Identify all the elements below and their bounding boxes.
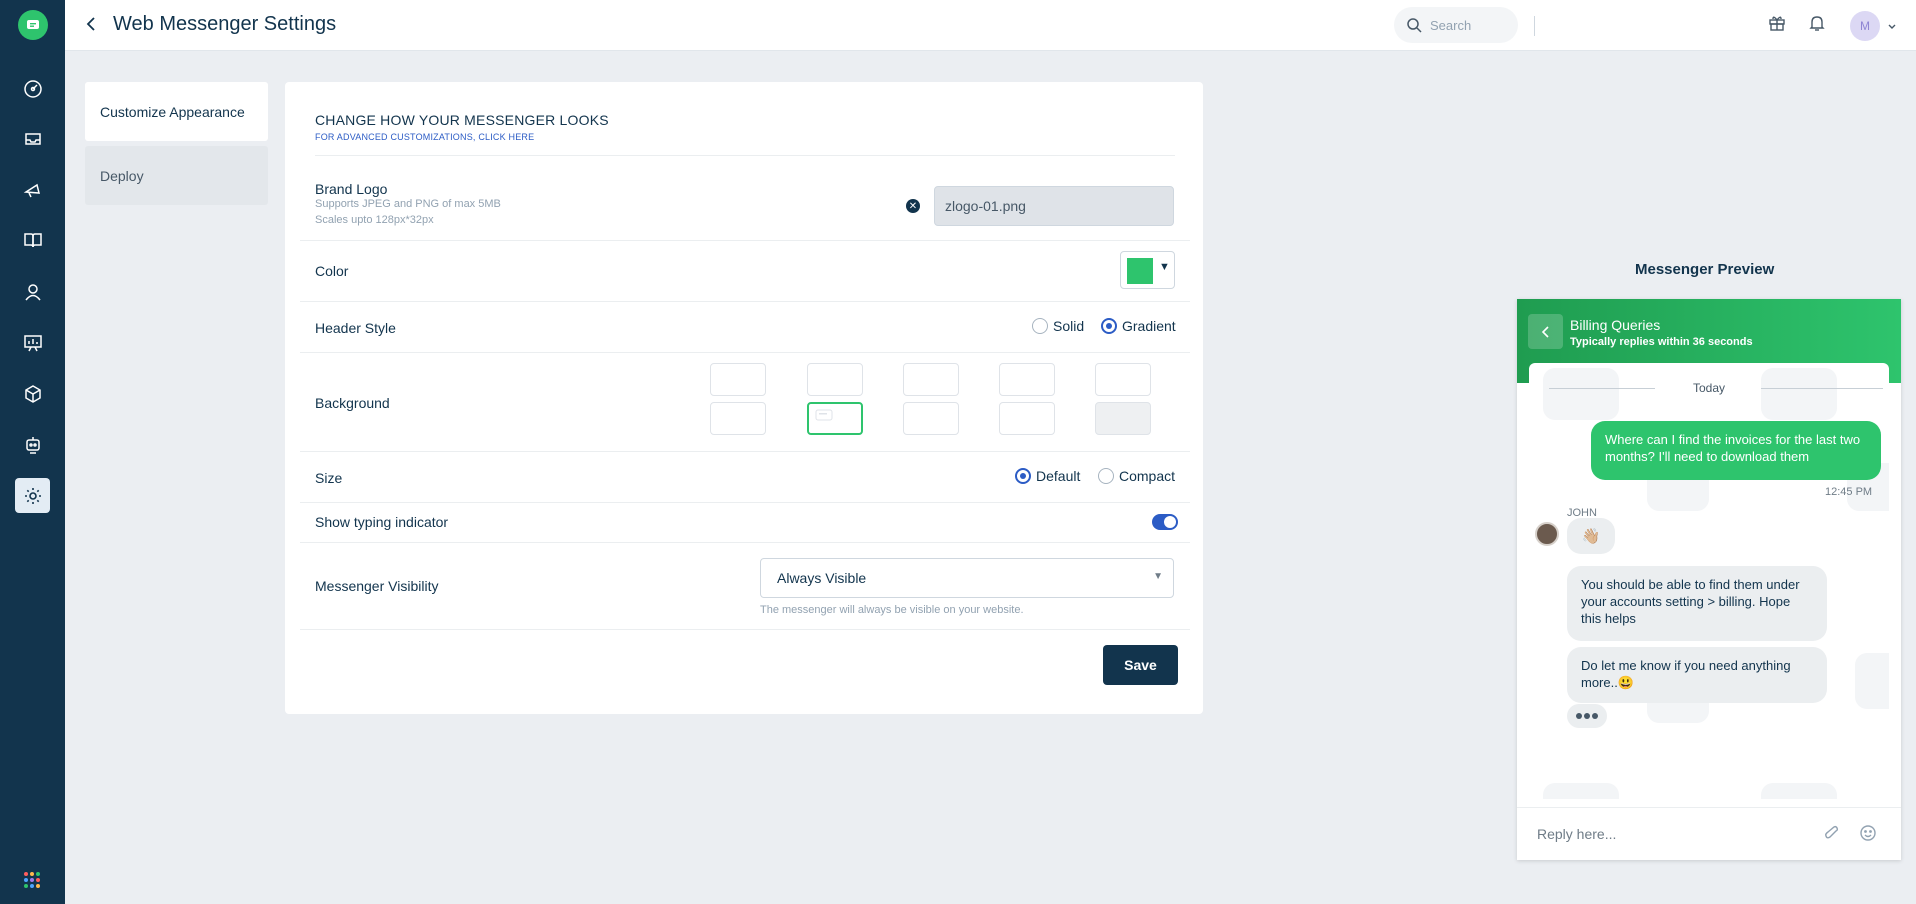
settings-panel: CHANGE HOW YOUR MESSENGER LOOKS FOR ADVA… [285, 82, 1203, 714]
brand-logo-hint: Supports JPEG and PNG of max 5MB [315, 198, 501, 210]
advanced-customization-link[interactable]: FOR ADVANCED CUSTOMIZATIONS, CLICK HERE [315, 132, 534, 142]
back-arrow-icon[interactable] [81, 14, 101, 34]
reports-chart-icon[interactable] [15, 325, 50, 360]
background-pattern [1543, 783, 1619, 799]
reply-input[interactable]: Reply here... [1537, 826, 1616, 842]
radio-label: Compact [1119, 468, 1176, 484]
reply-bar: Reply here... [1517, 807, 1901, 860]
conversation-area: Today Where can I find the invoices for … [1529, 363, 1889, 799]
color-swatch [1126, 257, 1154, 285]
wave-emoji-message: 👋🏼 [1567, 518, 1615, 554]
bot-icon[interactable] [15, 427, 50, 462]
remove-file-icon[interactable]: ✕ [906, 199, 920, 213]
emoji-icon[interactable] [1859, 824, 1879, 844]
typing-indicator [1567, 704, 1607, 728]
visibility-select[interactable]: Always Visible ▼ [760, 558, 1174, 598]
brand-logo-scale-hint: Scales upto 128px*32px [315, 214, 434, 226]
brand-logo-file-field[interactable]: zlogo-01.png [934, 186, 1174, 226]
dashboard-icon[interactable] [15, 71, 50, 106]
gift-icon[interactable] [1767, 13, 1789, 35]
incoming-message: You should be able to find them under yo… [1567, 566, 1827, 641]
freshchat-logo-icon[interactable] [18, 10, 48, 40]
radio-label: Default [1036, 468, 1081, 484]
visibility-value: Always Visible [777, 570, 867, 586]
background-pattern [1855, 653, 1889, 709]
brand-logo-label: Brand Logo [315, 181, 388, 197]
divider [300, 542, 1190, 543]
preview-title: Messenger Preview [1635, 261, 1775, 278]
panel-title: CHANGE HOW YOUR MESSENGER LOOKS [315, 112, 609, 128]
message-time: 12:45 PM [1825, 486, 1873, 498]
back-arrow-icon[interactable] [1528, 314, 1563, 349]
background-option[interactable] [903, 402, 959, 435]
page-title: Web Messenger Settings [113, 13, 337, 35]
inbox-icon[interactable] [15, 121, 50, 156]
divider [315, 155, 1175, 156]
radio-circle-selected [1101, 318, 1117, 334]
size-default-radio[interactable]: Default [1015, 468, 1080, 484]
agent-avatar [1535, 522, 1559, 546]
visibility-help: The messenger will always be visible on … [760, 604, 1024, 616]
background-option[interactable] [807, 363, 863, 396]
tab-customize-appearance[interactable]: Customize Appearance [85, 82, 268, 141]
caret-down-icon: ▼ [1153, 571, 1163, 582]
notifications-bell-icon[interactable] [1807, 13, 1829, 35]
divider [300, 301, 1190, 302]
typing-indicator-label: Show typing indicator [315, 514, 449, 530]
outgoing-message: Where can I find the invoices for the la… [1591, 421, 1881, 480]
background-option[interactable] [710, 402, 766, 435]
color-picker[interactable]: ▼ [1120, 251, 1175, 289]
size-label: Size [315, 470, 343, 486]
typing-indicator-toggle[interactable] [1152, 514, 1178, 530]
integrations-cube-icon[interactable] [15, 376, 50, 411]
divider [300, 352, 1190, 353]
knowledge-book-icon[interactable] [15, 222, 50, 257]
background-option[interactable] [1095, 363, 1151, 396]
divider [300, 451, 1190, 452]
search-input[interactable]: Search [1394, 7, 1518, 43]
messenger-preview: Billing Queries Typically replies within… [1517, 299, 1901, 860]
incoming-message: Do let me know if you need anything more… [1567, 647, 1827, 703]
tab-deploy[interactable]: Deploy [85, 146, 268, 205]
radio-circle [1032, 318, 1048, 334]
background-option[interactable] [1095, 402, 1151, 435]
background-option[interactable] [903, 363, 959, 396]
radio-circle [1098, 468, 1114, 484]
user-avatar[interactable]: M [1850, 11, 1880, 41]
divider [1534, 16, 1535, 36]
header-style-gradient-radio[interactable]: Gradient [1101, 318, 1176, 334]
reply-time: Typically replies within 36 seconds [1570, 336, 1753, 348]
background-pattern [1761, 783, 1837, 799]
background-option[interactable] [999, 363, 1055, 396]
contacts-user-icon[interactable] [15, 274, 50, 309]
radio-circle-selected [1015, 468, 1031, 484]
background-option[interactable] [999, 402, 1055, 435]
background-label: Background [315, 395, 390, 411]
channel-name: Billing Queries [1570, 317, 1661, 333]
left-navigation [0, 0, 65, 904]
header-style-solid-radio[interactable]: Solid [1032, 318, 1084, 334]
background-option[interactable] [710, 363, 766, 396]
background-option-selected[interactable] [807, 402, 863, 435]
settings-gear-icon[interactable] [15, 478, 50, 513]
save-button[interactable]: Save [1103, 645, 1178, 685]
date-separator: Today [1692, 381, 1726, 395]
attachment-icon[interactable] [1823, 824, 1843, 844]
header-style-label: Header Style [315, 320, 396, 336]
divider [300, 502, 1190, 503]
size-compact-radio[interactable]: Compact [1098, 468, 1175, 484]
campaigns-megaphone-icon[interactable] [15, 172, 50, 207]
search-placeholder: Search [1430, 17, 1472, 33]
apps-grid-icon[interactable] [22, 870, 42, 890]
caret-down-icon: ▼ [1159, 261, 1170, 273]
visibility-label: Messenger Visibility [315, 578, 439, 594]
chevron-down-icon[interactable] [1887, 19, 1897, 37]
divider [300, 629, 1190, 630]
top-bar: Web Messenger Settings Search M [65, 0, 1916, 51]
color-label: Color [315, 263, 349, 279]
search-icon [1407, 18, 1422, 33]
radio-label: Gradient [1122, 318, 1176, 334]
divider [300, 240, 1190, 241]
radio-label: Solid [1053, 318, 1085, 334]
